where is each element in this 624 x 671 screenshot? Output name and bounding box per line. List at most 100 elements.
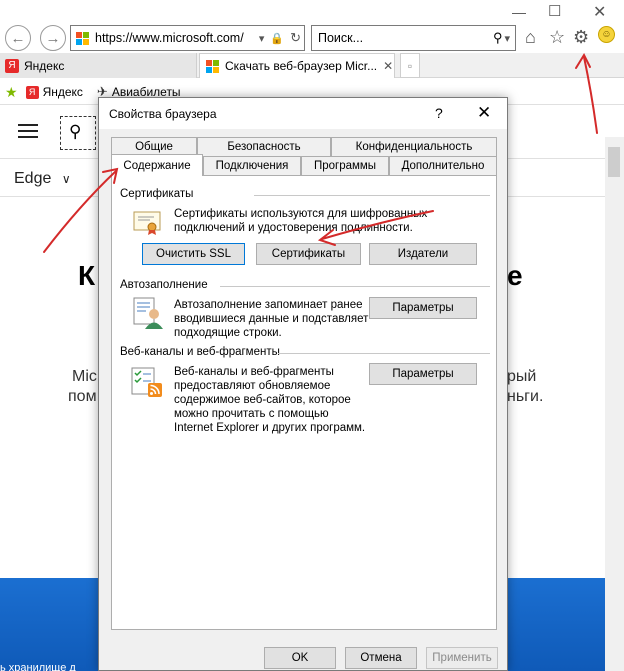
feedback-smiley-icon[interactable]: ☺ [598,26,615,43]
arrow-right-icon: → [45,29,61,47]
autocomplete-icon [132,296,164,333]
favorite-yandex[interactable]: Яндекс [43,85,83,99]
search-icon: ⚲ [69,122,82,141]
browser-properties-dialog: Свойства браузера ? ✕ Общие Безопасность… [98,97,508,671]
page-text-partial: Mic [72,368,97,385]
help-icon[interactable]: ? [435,105,443,121]
button-label: OK [291,652,309,664]
tab-panel-content: Сертификаты Сертификаты используются для… [111,175,497,630]
group-title-certificates: Сертификаты [120,188,194,200]
favorites-add-icon[interactable]: ★ [5,84,18,101]
button-label: Сертификаты [271,248,346,260]
tab-close-icon[interactable]: ✕ [383,59,393,73]
certificates-button[interactable]: Сертификаты [256,243,361,265]
chevron-down-icon: ∨ [61,172,71,186]
microsoft-logo-icon [206,59,219,73]
window-close-icon[interactable]: ✕ [593,2,606,22]
feeds-description: предоставляют обновляемое [174,380,331,392]
new-tab-icon: ▫ [407,58,413,73]
clear-ssl-button[interactable]: Очистить SSL [142,243,245,265]
tab-yandex[interactable]: Я Яндекс [0,53,197,78]
button-label: Параметры [392,368,454,380]
tab-advanced[interactable]: Дополнительно [389,156,497,175]
page-search-button[interactable]: ⚲ [60,116,96,150]
tab-label: Содержание [123,159,191,172]
tab-connections[interactable]: Подключения [203,156,301,175]
refresh-icon[interactable]: ↻ [290,30,301,46]
group-divider [254,195,490,196]
tab-label: Общие [135,141,173,153]
feeds-description: содержимое веб-сайтов, которое [174,394,351,406]
tab-content[interactable]: Содержание [111,154,203,176]
cancel-button[interactable]: Отмена [345,647,417,669]
apply-button[interactable]: Применить [426,647,498,669]
button-label: Издатели [397,248,449,260]
search-input[interactable]: Поиск... [318,31,493,45]
edge-nav[interactable]: Edge ∨ [14,170,71,188]
tab-programs[interactable]: Программы [301,156,389,175]
autocomplete-description: подходящие строки. [174,327,282,339]
tab-security[interactable]: Безопасность [197,137,331,156]
favorites-star-icon[interactable]: ☆ [549,27,565,48]
publishers-button[interactable]: Издатели [369,243,477,265]
button-label: Отмена [360,652,402,664]
autocomplete-description: Автозаполнение запоминает ранее [174,299,363,311]
autocomplete-description: вводившиеся данные и подставляет [174,313,369,325]
button-label: Применить [432,652,492,664]
group-title-feeds: Веб-каналы и веб-фрагменты [120,346,280,358]
ok-button[interactable]: OK [264,647,336,669]
lock-icon[interactable]: 🔒 [270,32,284,45]
certificates-description: подключений и удостоверения подлинности. [174,222,413,234]
page-heading-partial: е [507,260,523,291]
arrow-left-icon: ← [10,29,26,47]
search-dropdown-icon[interactable]: ▾ [504,32,510,45]
feeds-icon [130,366,164,401]
address-bar[interactable]: https://www.microsoft.com/ ▾ 🔒 ↻ [70,25,305,51]
address-dropdown-icon[interactable]: ▾ [259,32,265,45]
feeds-description: Internet Explorer и других программ. [174,422,366,434]
group-divider [220,286,490,287]
tab-microsoft[interactable]: Скачать веб-браузер Micr... ✕ [199,53,395,78]
page-text-partial: пом [68,388,97,405]
gear-icon[interactable]: ⚙ [573,27,589,48]
screen: — ☐ ✕ ← → https://www.microsoft.com/ ▾ 🔒… [0,0,624,671]
page-scrollbar[interactable] [605,137,624,671]
tab-label: Конфиденциальность [355,141,473,153]
autocomplete-settings-button[interactable]: Параметры [369,297,477,319]
search-icon[interactable]: ⚲ [493,30,503,46]
forward-button[interactable]: → [40,25,66,51]
tab-label: Скачать веб-браузер Micr... [225,59,378,73]
url-text: https://www.microsoft.com/ [95,31,244,45]
scrollbar-thumb[interactable] [608,147,620,177]
search-box[interactable]: Поиск... ⚲ ▾ [311,25,516,51]
menu-icon[interactable] [18,124,38,142]
group-title-autocomplete: Автозаполнение [120,279,208,291]
microsoft-logo-icon [76,31,89,45]
feeds-settings-button[interactable]: Параметры [369,363,477,385]
dialog-title: Свойства браузера [109,107,217,121]
certificate-icon [132,209,162,238]
page-text-partial: ньги. [507,388,544,405]
button-label: Очистить SSL [156,248,231,260]
group-divider [278,353,490,354]
back-button[interactable]: ← [5,25,31,51]
tab-label: Подключения [215,160,289,172]
band-text-partial: ь хранилище д [0,662,76,671]
page-text-partial: рый [507,368,537,385]
home-icon[interactable]: ⌂ [525,27,536,48]
dialog-close-icon[interactable]: ✕ [477,103,491,123]
new-tab-button[interactable]: ▫ [400,53,420,78]
minimize-icon[interactable]: — [512,4,526,20]
button-label: Параметры [392,302,454,314]
tab-label: Безопасность [227,141,301,153]
feeds-description: Веб-каналы и веб-фрагменты [174,366,334,378]
certificates-description: Сертификаты используются для шифрованных [174,208,428,220]
yandex-icon: Я [5,58,19,73]
page-heading-partial: К [78,260,96,291]
browser-tabs: Я Яндекс Скачать веб-браузер Micr... ✕ ▫ [0,53,624,78]
tab-privacy[interactable]: Конфиденциальность [331,137,497,156]
tab-label: Программы [313,160,377,172]
tab-label: Дополнительно [401,160,485,172]
tab-label: Яндекс [24,58,65,73]
maximize-icon[interactable]: ☐ [548,2,561,20]
